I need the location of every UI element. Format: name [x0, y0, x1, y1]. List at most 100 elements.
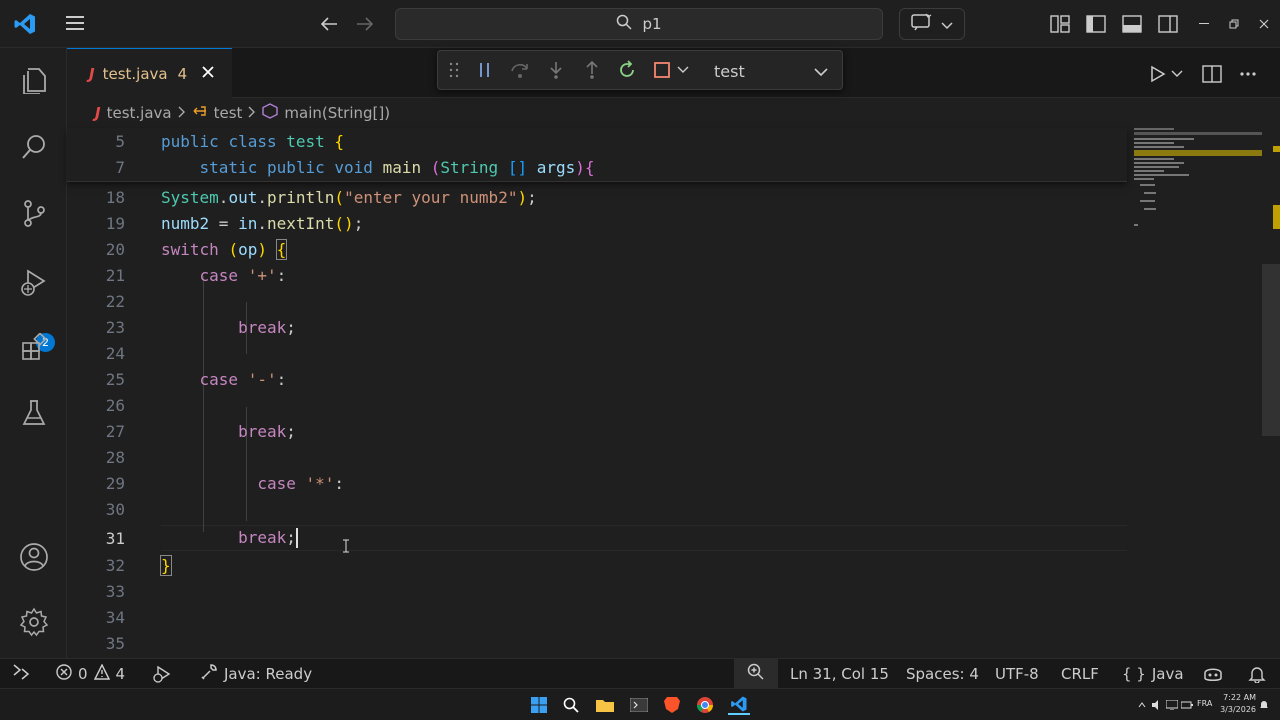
system-tray-chevron-icon[interactable]	[1136, 695, 1148, 715]
os-taskbar: FRA 7:22 AM 3/3/2026	[0, 688, 1280, 720]
chrome-browser-icon[interactable]	[694, 695, 716, 715]
chevron-right-icon	[248, 104, 256, 122]
breadcrumb-file[interactable]: test.java	[107, 104, 172, 122]
code-text: static public void main (String [] args)…	[161, 157, 595, 177]
customize-layout-icon[interactable]	[1048, 13, 1072, 35]
minimap[interactable]	[1130, 128, 1262, 248]
source-control-icon[interactable]	[17, 196, 51, 230]
search-icon[interactable]	[17, 130, 51, 164]
end-of-line[interactable]: CRLF	[1061, 659, 1099, 689]
activity-bar: 2	[0, 48, 67, 658]
toggle-secondary-sidebar-icon[interactable]	[1156, 13, 1180, 35]
forward-arrow-icon[interactable]	[354, 13, 376, 35]
breadcrumb-method[interactable]: main(String[])	[284, 104, 390, 122]
back-arrow-icon[interactable]	[318, 13, 340, 35]
debug-config-select[interactable]: test	[706, 57, 836, 85]
remote-indicator[interactable]	[12, 659, 30, 689]
restore-icon[interactable]	[1226, 14, 1242, 34]
sticky-line[interactable]: 7 static public void main (String [] arg…	[67, 154, 1127, 180]
run-and-debug-icon[interactable]	[17, 266, 51, 300]
restart-icon[interactable]	[616, 59, 638, 81]
indentation[interactable]: Spaces: 4	[906, 659, 979, 689]
tab-test-java[interactable]: J test.java 4	[67, 48, 232, 98]
close-tab-icon[interactable]	[201, 63, 215, 84]
code-line-current: 31 break;	[67, 525, 1127, 551]
toggle-panel-icon[interactable]	[1120, 13, 1144, 35]
tab-problems-count: 4	[177, 64, 188, 83]
error-icon	[56, 664, 72, 684]
debug-status-icon[interactable]	[152, 659, 172, 689]
windows-start-icon[interactable]	[528, 695, 550, 715]
copilot-status-icon[interactable]	[1202, 659, 1224, 689]
notifications-bell-icon[interactable]	[1248, 659, 1266, 689]
java-file-icon: J	[89, 64, 95, 83]
pause-icon[interactable]	[475, 59, 495, 81]
stop-options-chevron-icon[interactable]	[676, 59, 690, 81]
code-line: 25 case '-':	[67, 366, 1127, 392]
code-text: case '*':	[161, 473, 345, 493]
vscode-logo-icon	[12, 12, 38, 36]
zoom-in-icon	[747, 663, 765, 685]
warning-count: 4	[115, 665, 126, 683]
warning-icon	[93, 663, 110, 684]
copilot-button[interactable]	[899, 8, 965, 40]
extensions-icon[interactable]	[17, 330, 51, 364]
code-text: case '-':	[161, 369, 287, 389]
breadcrumb-class[interactable]: test	[214, 104, 243, 122]
zoom-indicator[interactable]	[734, 659, 778, 689]
command-center-search[interactable]: p1	[395, 8, 883, 40]
split-editor-icon[interactable]	[1201, 63, 1223, 85]
testing-flask-icon[interactable]	[17, 396, 51, 430]
code-text: break;	[161, 527, 298, 549]
drag-handle-icon[interactable]	[448, 59, 460, 81]
line-number: 19	[105, 213, 125, 233]
step-into-icon[interactable]	[545, 59, 567, 81]
close-window-icon[interactable]	[1256, 14, 1272, 34]
debug-config-label: test	[714, 61, 745, 81]
scrollbar-marker	[1273, 205, 1280, 229]
status-bar: 0 4 Java: Ready Ln 31, Col 15 Spaces: 4 …	[0, 658, 1280, 689]
minimize-icon[interactable]	[1196, 14, 1212, 34]
language-mode[interactable]: { } Java	[1122, 659, 1184, 689]
java-status[interactable]: Java: Ready	[200, 659, 312, 689]
mouse-ibeam-icon	[343, 538, 349, 553]
search-text: p1	[642, 15, 662, 33]
battery-icon[interactable]	[1180, 695, 1194, 715]
code-text: public class test {	[161, 131, 345, 151]
run-icon[interactable]	[1147, 63, 1169, 85]
terminal-icon[interactable]	[628, 695, 650, 715]
class-symbol-icon	[192, 104, 208, 122]
network-icon[interactable]	[1165, 695, 1179, 715]
step-over-icon[interactable]	[509, 59, 531, 81]
accounts-icon[interactable]	[17, 540, 51, 574]
system-clock[interactable]: 7:22 AM 3/3/2026	[1212, 692, 1256, 716]
encoding[interactable]: UTF-8	[995, 659, 1039, 689]
vertical-scrollbar[interactable]	[1262, 264, 1280, 436]
line-number: 5	[115, 131, 125, 151]
code-text: break;	[161, 317, 296, 337]
brave-browser-icon[interactable]	[661, 695, 683, 715]
sticky-scroll[interactable]: 5 public class test { 7 static public vo…	[67, 128, 1127, 182]
taskbar-search-icon[interactable]	[560, 695, 582, 715]
more-actions-icon[interactable]	[1237, 63, 1259, 85]
input-language[interactable]: FRA	[1197, 699, 1212, 708]
code-line: 24	[67, 340, 1127, 366]
run-options-chevron-icon[interactable]	[1170, 65, 1184, 83]
menu-icon[interactable]	[64, 12, 86, 34]
sticky-line[interactable]: 5 public class test {	[67, 128, 1127, 154]
code-text: case '+':	[161, 265, 287, 285]
stop-icon[interactable]	[651, 59, 673, 81]
problems-indicator[interactable]: 0 4	[56, 659, 125, 689]
vscode-taskbar-icon[interactable]	[728, 695, 750, 715]
explorer-icon[interactable]	[17, 62, 51, 96]
code-editor[interactable]: 18 System.out.println("enter your numb2"…	[67, 128, 1260, 658]
speaker-icon[interactable]	[1150, 695, 1164, 715]
settings-gear-icon[interactable]	[17, 605, 51, 639]
line-number: 35	[105, 633, 125, 653]
file-explorer-icon[interactable]	[594, 695, 616, 715]
notification-center-icon[interactable]	[1258, 695, 1270, 715]
code-line: 23 break;	[67, 314, 1127, 340]
cursor-position[interactable]: Ln 31, Col 15	[790, 659, 889, 689]
step-out-icon[interactable]	[581, 59, 603, 81]
toggle-primary-sidebar-icon[interactable]	[1084, 13, 1108, 35]
